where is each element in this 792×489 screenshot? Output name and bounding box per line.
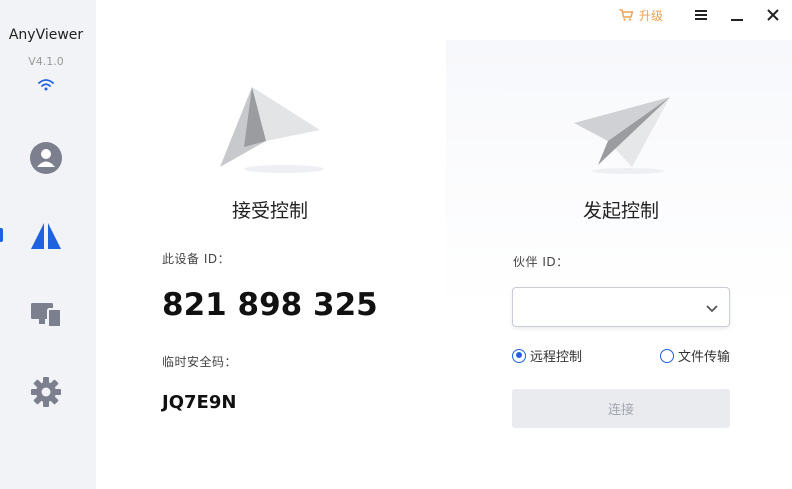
initiate-heading: 发起控制 — [582, 200, 659, 222]
minimize-icon — [731, 19, 743, 21]
paper-plane-send-icon — [574, 97, 670, 174]
sidebar-item-remote-control[interactable] — [26, 216, 66, 256]
app-version: V4.1.0 — [28, 55, 64, 68]
partner-id-input[interactable] — [512, 287, 730, 327]
menu-button[interactable] — [692, 4, 710, 26]
app-name: AnyViewer — [8, 27, 84, 43]
file-transfer-option-label: 文件传输 — [678, 350, 731, 365]
hamburger-icon — [695, 10, 707, 20]
sidebar-item-settings[interactable] — [26, 372, 66, 412]
remote-control-option[interactable]: 远程控制 — [512, 346, 582, 365]
sidebar: AnyViewer V4.1.0 — [0, 0, 96, 489]
sidebar-item-devices[interactable] — [26, 294, 66, 334]
temp-security-code: JQ7E9N — [162, 392, 237, 413]
device-id: 821 898 325 — [162, 287, 378, 323]
close-button[interactable] — [764, 4, 782, 26]
partner-id-label: 伙伴 ID： — [513, 255, 569, 269]
gear-icon — [31, 377, 61, 407]
remote-control-option-label: 远程控制 — [530, 350, 583, 365]
main-area: 升级 接受控制 此设备 ID： 821 898 325 临时安全码： JQ7E9… — [96, 0, 792, 489]
receive-heading: 接受控制 — [231, 200, 308, 222]
wifi-icon — [38, 79, 54, 91]
active-indicator — [0, 228, 3, 242]
sidebar-item-account[interactable] — [26, 138, 66, 178]
device-id-label: 此设备 ID： — [162, 252, 231, 266]
connect-button[interactable]: 连接 — [512, 389, 730, 428]
file-transfer-option[interactable]: 文件传输 — [660, 346, 730, 365]
user-icon — [30, 142, 62, 174]
anyviewer-logo-icon — [31, 223, 61, 249]
paper-plane-receive-icon — [220, 87, 324, 173]
temp-code-label: 临时安全码： — [162, 355, 238, 369]
cart-icon — [619, 9, 633, 21]
upgrade-label: 升级 — [638, 8, 663, 23]
close-icon — [767, 9, 779, 21]
upgrade-button[interactable]: 升级 — [611, 4, 671, 26]
remote-control-radio[interactable] — [512, 348, 526, 363]
devices-icon — [31, 303, 62, 328]
file-transfer-radio[interactable] — [660, 348, 674, 363]
chevron-down-icon[interactable] — [705, 301, 719, 315]
minimize-button[interactable] — [728, 4, 746, 26]
